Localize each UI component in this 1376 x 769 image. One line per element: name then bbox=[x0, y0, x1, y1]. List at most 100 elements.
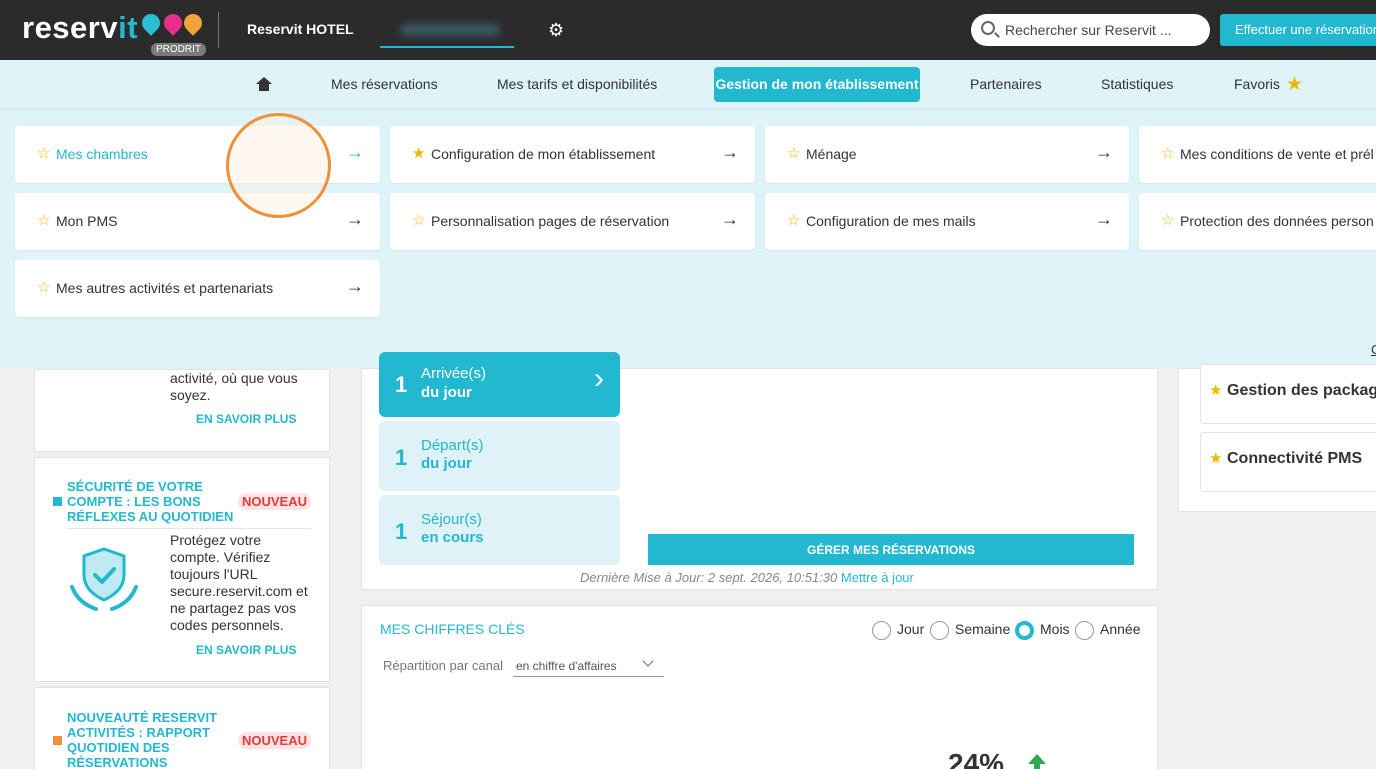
tile-stays[interactable]: 1 Séjour(s) en cours bbox=[379, 495, 620, 565]
home-icon[interactable] bbox=[256, 77, 272, 91]
menu-card-label: Mes autres activités et partenariats bbox=[56, 280, 274, 296]
menu-card-label: Protection des données person bbox=[1180, 213, 1374, 229]
news-text-line: Protégez votre bbox=[170, 532, 262, 548]
learn-more-link[interactable]: EN SAVOIR PLUS bbox=[196, 412, 296, 426]
star-outline-icon[interactable]: ☆ bbox=[1161, 144, 1174, 162]
menu-card-label: Configuration de mon établissement bbox=[431, 146, 656, 162]
breakdown-select[interactable]: en chiffre d'affaires bbox=[513, 653, 664, 677]
logo-text: reserv bbox=[22, 10, 119, 45]
favorite-label: Connectivité PMS bbox=[1227, 450, 1363, 467]
menu-card-label: Mes chambres bbox=[56, 146, 148, 162]
tile-count: 1 bbox=[395, 445, 408, 470]
star-outline-icon[interactable]: ☆ bbox=[37, 278, 50, 296]
chevron-down-icon bbox=[642, 655, 654, 667]
menu-card-other-activities[interactable]: ☆ Mes autres activités et partenariats → bbox=[15, 260, 380, 317]
news-title: SÉCURITÉ DE VOTRE COMPTE : LES BONS RÉFLEX… bbox=[67, 479, 234, 524]
menu-card-establishment-config[interactable]: ★ Configuration de mon établissement → bbox=[390, 126, 755, 183]
learn-more-link[interactable]: EN SAVOIR PLUS bbox=[196, 643, 296, 657]
nav-statistics[interactable]: Statistiques bbox=[1101, 76, 1173, 92]
key-figures-title: MES CHIFFRES CLÉS bbox=[380, 621, 525, 637]
manage-reservations-button[interactable]: GÉRER MES RÉSERVATIONS bbox=[648, 534, 1134, 565]
tile-sublabel: du jour bbox=[421, 455, 472, 472]
refresh-link[interactable]: Mettre à jour bbox=[841, 570, 914, 585]
reservit-logo[interactable]: reservit bbox=[22, 10, 138, 46]
star-filled-icon[interactable]: ★ bbox=[1209, 381, 1222, 399]
news-bullet bbox=[53, 497, 62, 506]
star-filled-icon[interactable]: ★ bbox=[412, 144, 425, 162]
tile-sublabel: du jour bbox=[421, 384, 472, 401]
tile-departures[interactable]: 1 Départ(s) du jour bbox=[379, 421, 620, 491]
arrow-right-icon: → bbox=[346, 209, 364, 229]
star-outline-icon[interactable]: ☆ bbox=[37, 144, 50, 162]
radio-label: Mois bbox=[1040, 621, 1070, 637]
star-filled-icon[interactable]: ★ bbox=[1209, 449, 1222, 467]
menu-card-housekeeping[interactable]: ☆ Ménage → bbox=[765, 126, 1129, 183]
mega-menu: ☆ Mes chambres → ★ Configuration de mon … bbox=[0, 110, 1376, 369]
environment-badge: PRODRIT bbox=[151, 43, 206, 56]
hotel-selector[interactable] bbox=[380, 14, 514, 48]
tile-count: 1 bbox=[395, 372, 408, 397]
tile-label: Départ(s) bbox=[421, 437, 484, 454]
news-text-line: codes personnels. bbox=[170, 617, 284, 633]
menu-card-sales-conditions[interactable]: ☆ Mes conditions de vente et prél bbox=[1139, 126, 1376, 183]
tile-arrivals[interactable]: 1 Arrivée(s) du jour › bbox=[379, 352, 620, 417]
news-title: NOUVEAUTÉ RESERVIT ACTIVITÉS : RAPPORT QUO… bbox=[67, 710, 218, 769]
menu-card-label: Personnalisation pages de réservation bbox=[431, 213, 670, 229]
news-text-line: compte. Vérifiez bbox=[170, 549, 271, 565]
radio-label: Semaine bbox=[955, 621, 1011, 637]
arrow-up-icon bbox=[1028, 754, 1046, 769]
gear-icon[interactable]: ⚙ bbox=[548, 20, 564, 41]
make-reservation-button[interactable]: Effectuer une réservation bbox=[1220, 14, 1376, 46]
chevron-right-icon: › bbox=[594, 362, 604, 395]
hotel-name[interactable]: Reservit HOTEL bbox=[247, 21, 354, 37]
news-text-line: soyez. bbox=[170, 387, 211, 403]
menu-card-my-pms[interactable]: ☆ Mon PMS → bbox=[15, 193, 380, 250]
star-outline-icon[interactable]: ☆ bbox=[412, 211, 425, 229]
menu-card-my-rooms[interactable]: ☆ Mes chambres → bbox=[15, 126, 380, 183]
star-outline-icon[interactable]: ☆ bbox=[37, 211, 50, 229]
nav-partners[interactable]: Partenaires bbox=[970, 76, 1042, 92]
radio-label: Jour bbox=[897, 621, 925, 637]
star-outline-icon[interactable]: ☆ bbox=[787, 144, 800, 162]
divider bbox=[218, 12, 219, 48]
new-badge: NOUVEAU bbox=[238, 493, 312, 510]
radio-label: Année bbox=[1100, 621, 1141, 637]
nav-my-reservations[interactable]: Mes réservations bbox=[331, 76, 438, 92]
arrow-right-icon: → bbox=[346, 142, 364, 162]
logo-text-accent: it bbox=[118, 10, 139, 45]
radio-week[interactable] bbox=[930, 621, 949, 640]
star-icon: ★ bbox=[1286, 74, 1304, 95]
star-outline-icon[interactable]: ☆ bbox=[1161, 211, 1174, 229]
search-input[interactable] bbox=[1005, 20, 1203, 40]
star-outline-icon[interactable]: ☆ bbox=[787, 211, 800, 229]
favorite-packages[interactable]: ★ Gestion des package bbox=[1200, 364, 1376, 424]
radio-year[interactable] bbox=[1075, 621, 1094, 640]
select-value: en chiffre d'affaires bbox=[516, 659, 617, 673]
favorite-label: Gestion des package bbox=[1227, 382, 1376, 399]
tile-count: 1 bbox=[395, 519, 408, 544]
radio-month[interactable] bbox=[1015, 621, 1034, 640]
menu-card-label: Mes conditions de vente et prél bbox=[1180, 146, 1374, 162]
arrow-right-icon: → bbox=[721, 209, 739, 229]
news-text-line: toujours l'URL bbox=[170, 566, 258, 582]
last-update-text: Dernière Mise à Jour: 2 sept. 2026, 10:5… bbox=[580, 570, 838, 585]
tile-label: Arrivée(s) bbox=[421, 365, 487, 382]
arrow-right-icon: → bbox=[1095, 142, 1113, 162]
nav-rates-availability[interactable]: Mes tarifs et disponibilités bbox=[497, 76, 657, 92]
menu-card-mail-config[interactable]: ☆ Configuration de mes mails → bbox=[765, 193, 1129, 250]
nav-favorites[interactable]: Favoris bbox=[1234, 76, 1280, 92]
search-icon bbox=[981, 21, 995, 35]
mega-menu-link[interactable]: C bbox=[1371, 342, 1376, 357]
menu-card-data-protection[interactable]: ☆ Protection des données person bbox=[1139, 193, 1376, 250]
radio-day[interactable] bbox=[872, 621, 891, 640]
menu-card-label: Mon PMS bbox=[56, 213, 118, 229]
tile-sublabel: en cours bbox=[421, 529, 484, 546]
favorite-pms-connectivity[interactable]: ★ Connectivité PMS bbox=[1200, 432, 1376, 492]
arrow-right-icon: → bbox=[721, 142, 739, 162]
menu-card-label: Configuration de mes mails bbox=[806, 213, 976, 229]
nav-establishment-management[interactable]: Gestion de mon établissement bbox=[714, 67, 920, 102]
search-box[interactable] bbox=[971, 14, 1210, 46]
new-badge: NOUVEAU bbox=[238, 732, 312, 749]
menu-card-booking-pages[interactable]: ☆ Personnalisation pages de réservation … bbox=[390, 193, 755, 250]
key-figure-percentage: 24% bbox=[948, 748, 1005, 769]
